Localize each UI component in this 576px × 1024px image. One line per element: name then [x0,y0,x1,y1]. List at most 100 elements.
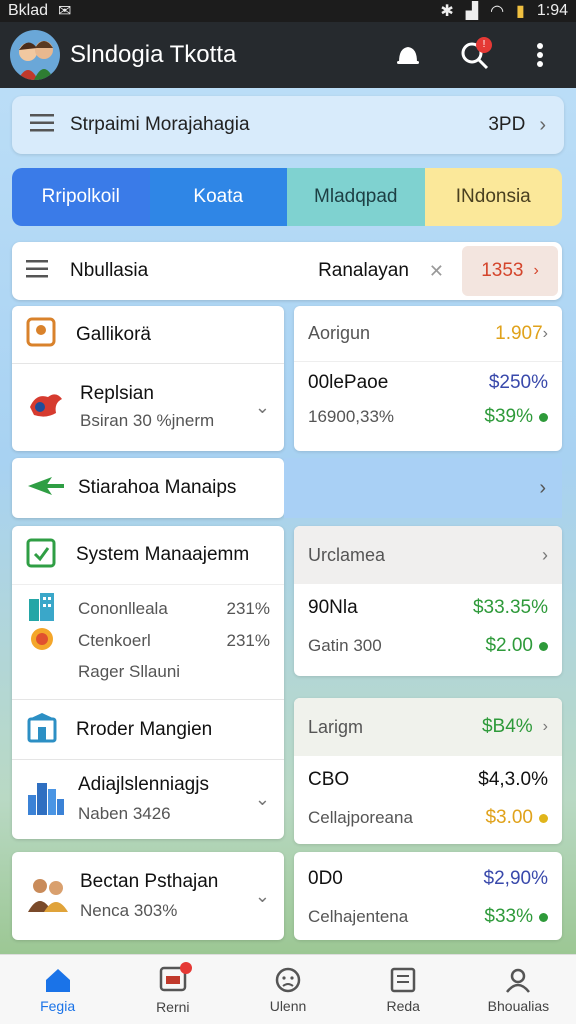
wifi-icon: ◠ [490,3,505,20]
left-list-2: System Manaajemm Cononlleala 231% Ctenko… [12,526,284,839]
search-badge: ! [476,37,492,53]
signal-icon: ▟ [465,3,479,20]
nav-label: Reda [386,997,420,1014]
store-icon [26,711,58,748]
menu-icon[interactable] [30,113,54,137]
card-header-value: 1.907 [495,322,543,344]
status-dot [539,412,548,422]
nav-rerni[interactable]: Rerni [115,955,230,1024]
bottom-nav: Fegia Rerni Ulenn Reda Bhoualias [0,954,576,1024]
chevron-right-icon[interactable]: › [543,718,548,736]
card-header: Larigm [308,716,364,737]
list-item[interactable]: Adiajlslenniagjs Naben 3426 ⌄ [12,760,284,838]
chevron-down-icon[interactable]: ⌄ [255,789,270,810]
list-icon [26,259,48,283]
stat-card[interactable]: Larigm $B4% › CBO $4,3.0% Cellajporeana … [294,698,562,844]
nav-home[interactable]: Fegia [0,955,115,1024]
category-tabs: Rripolkoil Koata Mladqpad INdonsia [12,168,562,226]
list-item-title: Replsian [80,383,154,404]
highlight-bar[interactable]: › [284,458,562,518]
list-item[interactable]: Rroder Mangien [12,700,284,760]
list-item-label: Gallikorä [76,323,151,345]
city-icon [26,777,66,822]
tab-rripolkoil[interactable]: Rripolkoil [12,168,150,226]
card-row-label: 0D0 [308,868,343,889]
filter-row[interactable]: Nbullasia Ranalayan ✕ 1353 › [12,242,562,300]
card-row-value: $33% [484,906,533,927]
tab-indonsia[interactable]: INdonsia [424,168,562,226]
status-dot [539,912,548,922]
list-item[interactable]: Bectan Psthajan Nenca 303% ⌄ [12,852,284,940]
profile-icon [506,968,531,993]
list-item[interactable]: Gallikorä [12,306,284,364]
card-row-label: 90Nla [308,597,358,618]
inbox-icon [158,962,192,995]
chevron-right-icon[interactable]: › [539,114,546,137]
mail-icon: ✉ [58,3,72,20]
list-item[interactable]: Stiarahoa Manaips [12,458,284,518]
chevron-right-icon[interactable]: › [539,477,546,500]
search-bar[interactable]: Strpaimi Morajahagia 3PD › [12,96,564,154]
list-item-sub: Bsiran 30 %jnerm [80,411,215,430]
search-icon[interactable]: ! [458,37,492,71]
app-bar: Slndogia Tkotta ! [0,22,576,88]
card-header: Aorigun [308,323,371,343]
search-text: Strpaimi Morajahagia [70,114,250,135]
chevron-right-icon[interactable]: › [543,325,548,343]
filter-middle: Ranalayan [318,260,409,281]
card-row-value: $250% [488,372,548,393]
card-row-value: $4,3.0% [478,769,548,790]
chevron-down-icon[interactable]: ⌄ [255,397,270,418]
stat-card[interactable]: Aorigun 1.907 › 00lePaoe $250% 16900,33%… [294,306,562,451]
avatar[interactable] [10,30,60,80]
chevron-down-icon[interactable]: ⌄ [255,886,270,907]
tab-koata[interactable]: Koata [149,168,287,226]
chevron-right-icon[interactable]: › [542,545,548,566]
list-item-title: Bectan Psthajan [80,871,219,892]
left-list-1: Gallikorä Replsian Bsiran 30 %jnerm ⌄ [12,306,284,451]
list-item-title: Adiajlslenniagjs [78,774,209,795]
status-dot [539,813,548,823]
stat-card[interactable]: Urclamea › 90Nla $33.35% Gatin 300 $2.00 [294,526,562,676]
card-row-value: $33.35% [472,597,548,618]
battery-icon: ▮ [516,3,525,20]
list-item[interactable]: Replsian Bsiran 30 %jnerm ⌄ [12,364,284,450]
card-row-label: 16900,33% [308,407,395,426]
tab-mladqpad[interactable]: Mladqpad [287,168,425,226]
nav-label: Rerni [156,999,190,1015]
list-item-label: System Manaajemm [76,544,250,565]
app-title: Slndogia Tkotta [70,41,237,68]
card-header-value: $B4% [481,716,533,737]
list-item-label: Rroder Mangien [76,718,213,740]
card-row-label: Cellajporeana [308,808,413,827]
list-item[interactable]: System Manaajemm [12,526,284,584]
nav-reda[interactable]: Reda [346,955,461,1024]
close-icon[interactable]: ✕ [429,261,444,282]
plane-icon [26,473,66,504]
card-row-value: $39% [484,406,533,427]
people-icon [26,874,70,919]
card-header: Urclamea [308,544,386,565]
list-item-sub: Naben 3426 [78,804,171,823]
filter-value: 1353 [481,260,524,281]
nav-bhoualias[interactable]: Bhoualias [461,955,576,1024]
nav-ulenn[interactable]: Ulenn [230,955,345,1024]
list-item[interactable]: Ctenkoerl 231% [12,625,284,657]
bird-icon [26,385,66,430]
status-dot [539,641,548,651]
filter-value-chip[interactable]: 1353 › [462,246,558,296]
register-icon [390,967,416,992]
list-item-sub: Nenca 303% [80,901,178,920]
list-item-value: 231% [226,599,270,618]
home-icon [45,968,70,992]
list-item[interactable]: Cononlleala 231% [12,592,284,625]
list-item-label: Ctenkoerl [78,631,151,650]
more-vert-icon[interactable] [524,39,556,71]
card-row-value: $2,90% [483,868,548,889]
location-icon [26,317,56,352]
stat-card[interactable]: 0D0 $2,90% Celhajentena $33% [294,852,562,940]
notification-bell-icon[interactable] [392,39,424,71]
gear-icon [26,623,58,660]
status-bar: Bklad ✉ ✱ ▟ ◠ ▮ 1:94 [0,0,576,22]
carrier-label: Bklad [8,2,49,19]
